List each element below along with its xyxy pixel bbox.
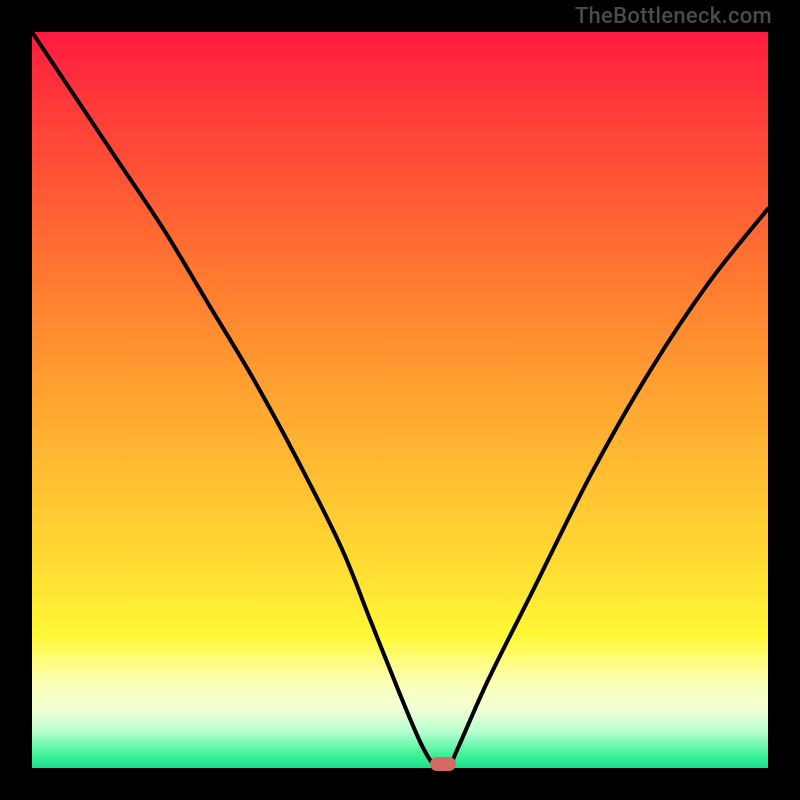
plot-area: [32, 32, 768, 768]
watermark-text: TheBottleneck.com: [575, 4, 772, 29]
chart-frame: TheBottleneck.com: [0, 0, 800, 800]
bottleneck-curve: [32, 32, 768, 768]
minimum-marker: [430, 757, 456, 771]
